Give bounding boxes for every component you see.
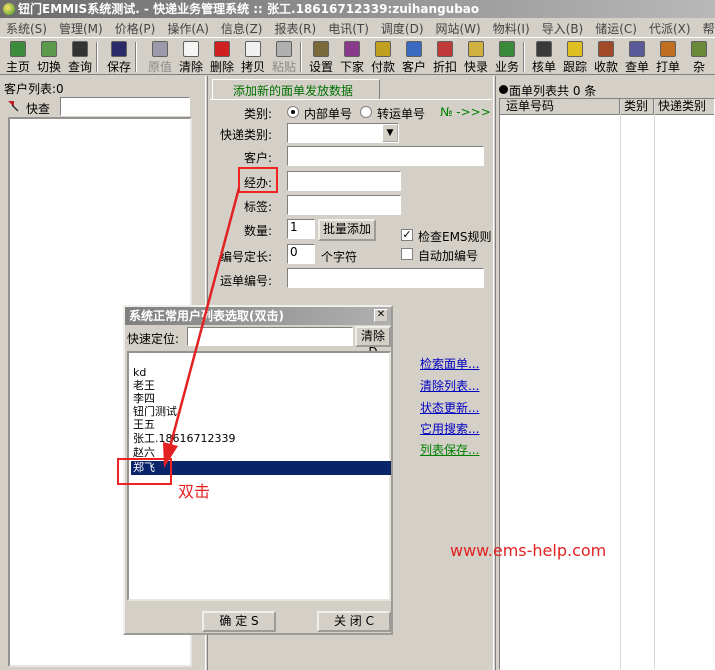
arrow-head <box>163 442 178 468</box>
arrow-line <box>168 187 241 448</box>
annotation-arrow <box>163 187 241 468</box>
